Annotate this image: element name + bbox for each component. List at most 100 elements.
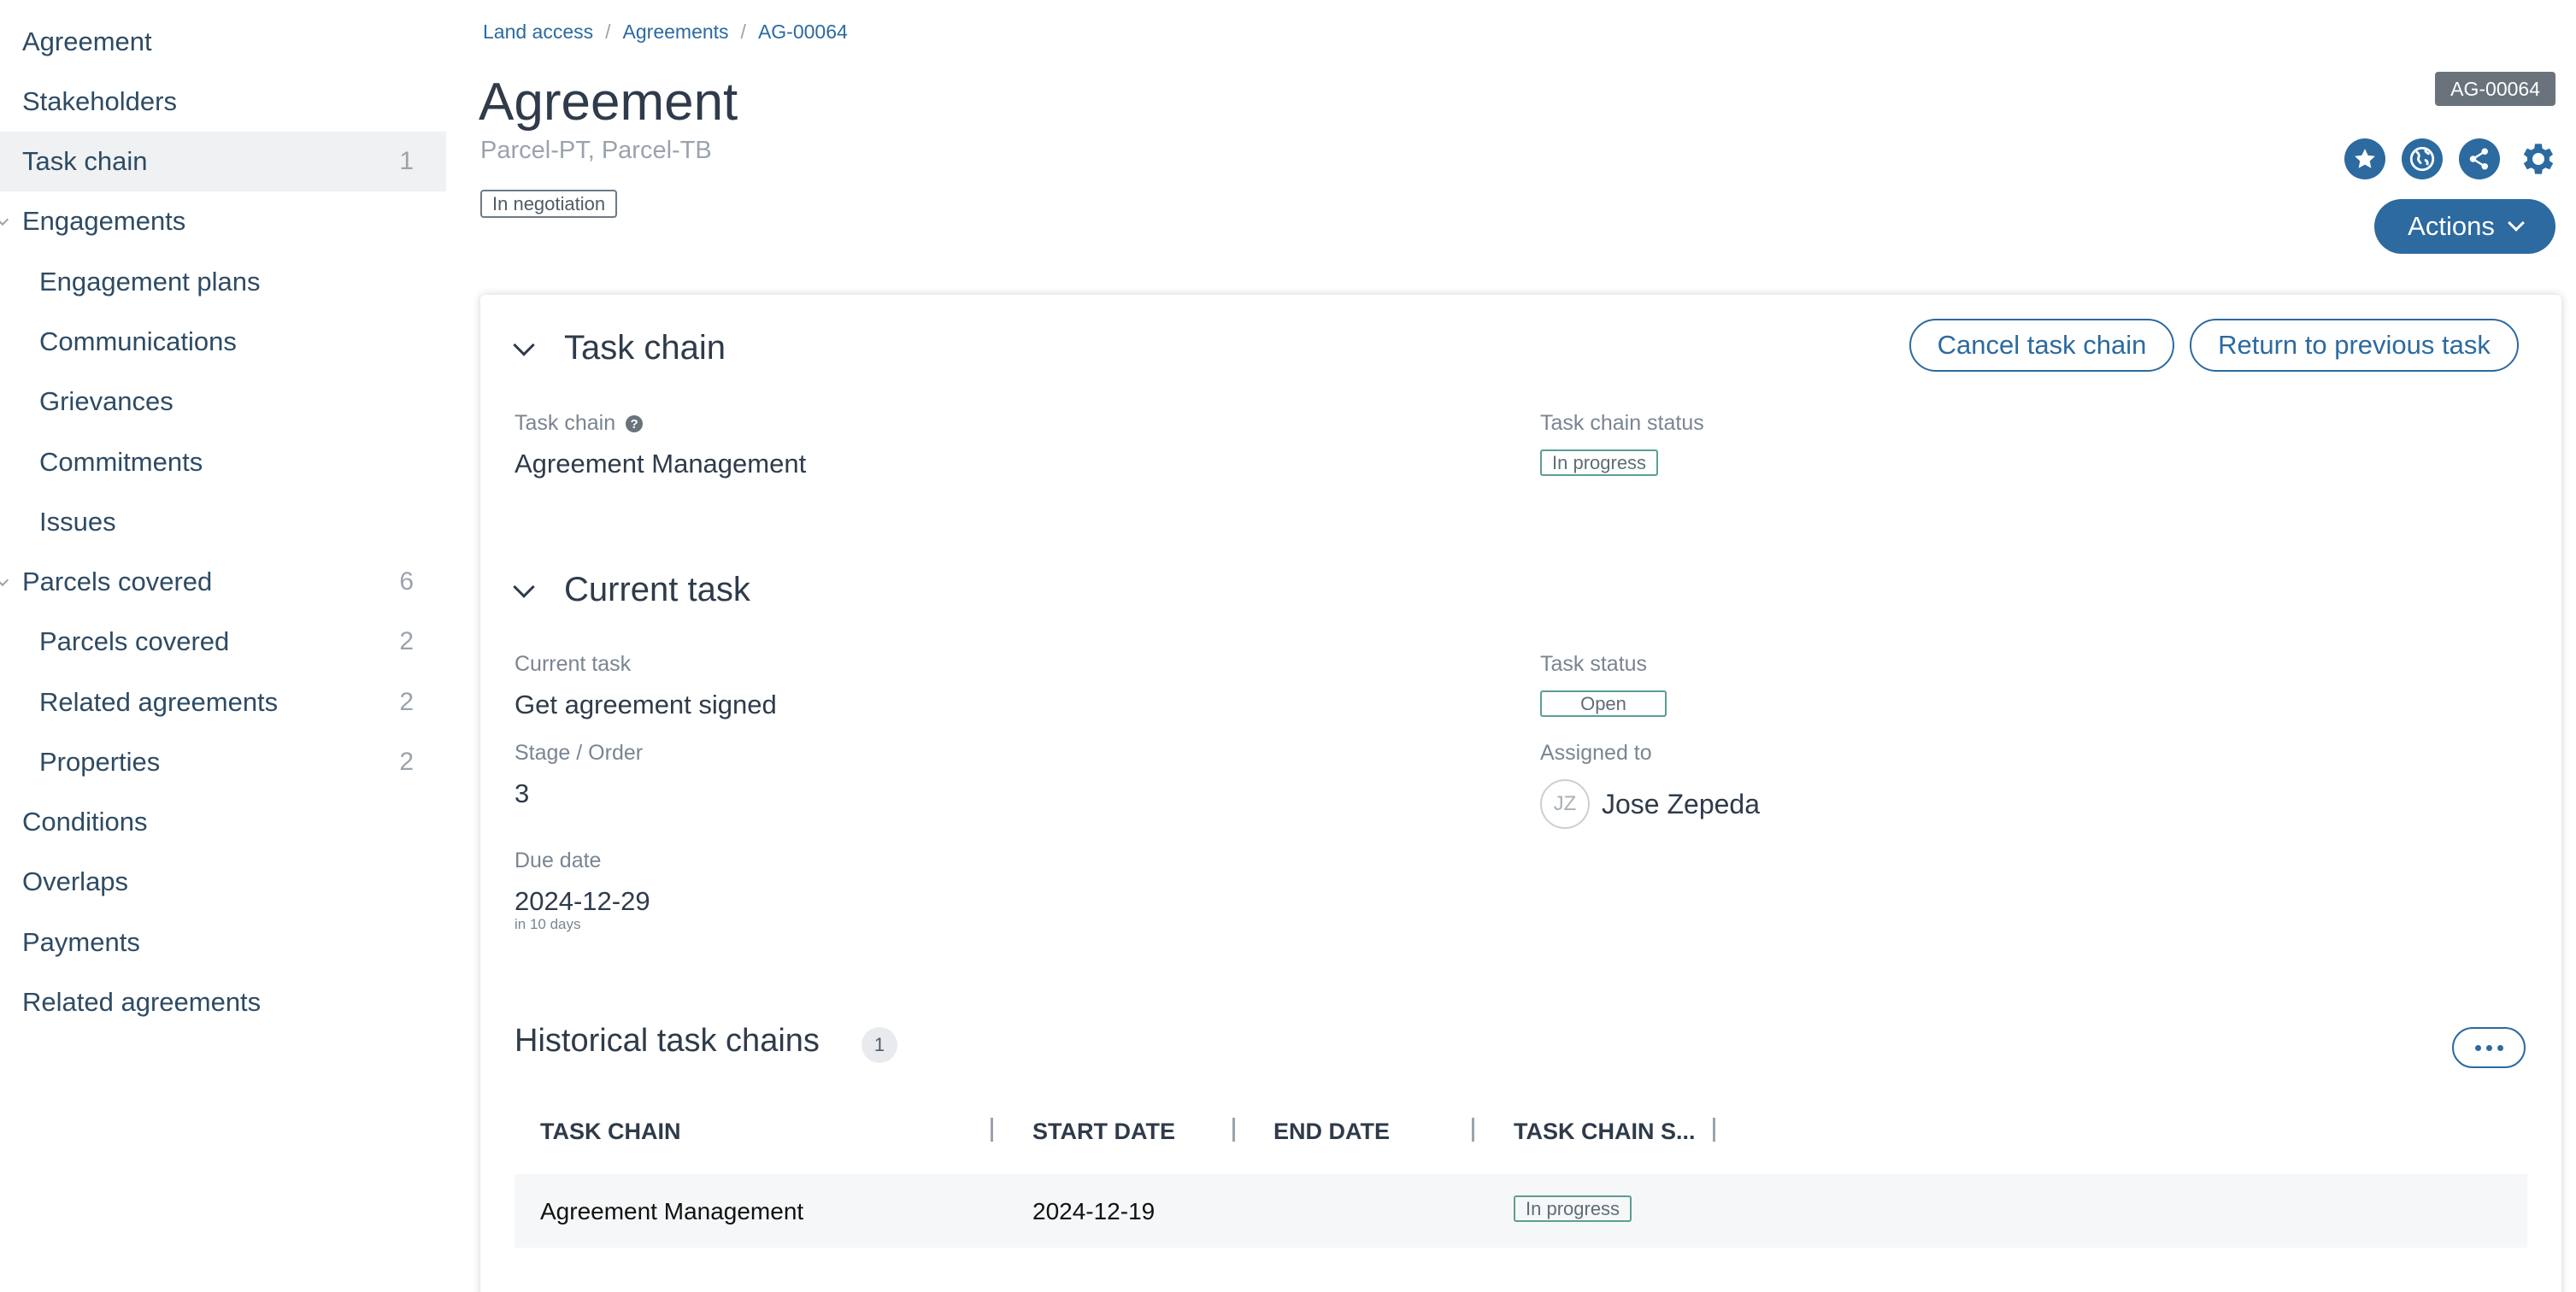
column-header-end-date[interactable]: END DATE <box>1273 1119 1390 1145</box>
sidebar-item-label: Parcels covered <box>39 626 230 656</box>
favorite-star-icon[interactable] <box>2344 138 2385 179</box>
sidebar-item-issues[interactable]: Issues <box>0 492 446 552</box>
breadcrumb-link-current[interactable]: AG-00064 <box>758 21 848 44</box>
sidebar-item-properties[interactable]: Properties 2 <box>0 732 446 792</box>
chevron-down-icon <box>2507 214 2525 232</box>
sidebar-item-related-agreements[interactable]: Related agreements <box>0 972 446 1032</box>
column-header-start-date[interactable]: START DATE <box>1032 1119 1175 1145</box>
task-chain-status-badge: In progress <box>1540 449 1659 476</box>
field-value-due-date: 2024-12-29 <box>515 886 650 916</box>
section-title-historical: Historical task chains <box>515 1023 820 1059</box>
field-value-task-chain: Agreement Management <box>515 449 807 479</box>
sidebar-item-label: Engagements <box>22 206 186 236</box>
ellipsis-dot-icon <box>2497 1044 2503 1051</box>
cell-start-date: 2024-12-19 <box>1032 1198 1156 1224</box>
actions-label: Actions <box>2408 211 2495 241</box>
field-label-task-status: Task status <box>1540 652 1648 676</box>
sidebar-item-engagements[interactable]: Engagements <box>0 191 446 251</box>
gear-icon[interactable] <box>2516 138 2557 179</box>
task-status-badge: Open <box>1540 690 1667 717</box>
sidebar-item-related-agreements-sub[interactable]: Related agreements 2 <box>0 672 446 732</box>
column-resize-handle[interactable] <box>1472 1118 1474 1142</box>
field-label-current-task: Current task <box>515 652 632 676</box>
collapse-chevron-icon[interactable] <box>513 576 535 598</box>
more-options-button[interactable] <box>2452 1027 2526 1068</box>
sidebar-item-payments[interactable]: Payments <box>0 913 446 972</box>
sidebar-item-label: Commitments <box>39 447 203 477</box>
ellipsis-dot-icon <box>2474 1044 2481 1051</box>
sidebar-item-label: Communications <box>39 326 237 356</box>
historical-count-badge: 1 <box>862 1027 897 1063</box>
cell-task-chain: Agreement Management <box>540 1198 804 1224</box>
sidebar-item-stakeholders[interactable]: Stakeholders <box>0 72 446 132</box>
breadcrumb-link-agreements[interactable]: Agreements <box>623 21 729 44</box>
sidebar-item-count: 2 <box>399 627 414 655</box>
expand-caret-icon[interactable] <box>0 213 9 226</box>
cell-status-badge: In progress <box>1514 1195 1632 1222</box>
avatar: JZ <box>1540 779 1590 829</box>
record-id-badge: AG-00064 <box>2435 72 2555 106</box>
breadcrumb-separator: / <box>605 21 611 43</box>
sidebar-item-conditions[interactable]: Conditions <box>0 792 446 852</box>
column-header-task-chain[interactable]: TASK CHAIN <box>540 1119 681 1145</box>
sidebar-item-label: Task chain <box>22 146 148 176</box>
sidebar-item-communications[interactable]: Communications <box>0 312 446 372</box>
sidebar-item-label: Overlaps <box>22 866 129 896</box>
sidebar-item-label: Conditions <box>22 807 148 837</box>
return-to-previous-task-button[interactable]: Return to previous task <box>2190 319 2519 372</box>
field-label-stage-order: Stage / Order <box>515 741 644 765</box>
sidebar-item-agreement[interactable]: Agreement <box>0 12 446 72</box>
column-resize-handle[interactable] <box>1713 1118 1715 1142</box>
sidebar-item-task-chain[interactable]: Task chain 1 <box>0 132 446 191</box>
sidebar-item-label: Engagement plans <box>39 267 261 297</box>
sidebar-item-parcels-covered[interactable]: Parcels covered 2 <box>0 612 446 672</box>
expand-caret-icon[interactable] <box>0 573 9 587</box>
sidebar: Agreement Stakeholders Task chain 1 Enga… <box>0 0 446 1292</box>
sidebar-item-count: 6 <box>399 567 414 596</box>
sidebar-item-grievances[interactable]: Grievances <box>0 372 446 432</box>
sidebar-item-label: Agreement <box>22 26 152 56</box>
due-date-relative-note: in 10 days <box>515 916 581 932</box>
field-label-due-date: Due date <box>515 849 602 872</box>
sidebar-item-label: Related agreements <box>39 687 279 717</box>
ellipsis-dot-icon <box>2485 1044 2492 1051</box>
column-resize-handle[interactable] <box>991 1118 993 1142</box>
page-title: Agreement <box>479 73 738 132</box>
sidebar-item-commitments[interactable]: Commitments <box>0 432 446 492</box>
sidebar-item-count: 2 <box>399 688 414 716</box>
task-chain-card: Task chain Cancel task chain Return to p… <box>480 295 2561 1292</box>
collapse-chevron-icon[interactable] <box>513 334 535 356</box>
globe-map-icon[interactable] <box>2402 138 2443 179</box>
sidebar-item-engagement-plans[interactable]: Engagement plans <box>0 252 446 312</box>
field-value-current-task: Get agreement signed <box>515 690 777 719</box>
share-icon[interactable] <box>2459 138 2500 179</box>
sidebar-item-label: Related agreements <box>22 987 262 1017</box>
column-header-task-chain-status[interactable]: TASK CHAIN S... <box>1514 1119 1696 1145</box>
sidebar-item-label: Grievances <box>39 386 173 416</box>
breadcrumb-separator: / <box>740 21 746 43</box>
column-resize-handle[interactable] <box>1232 1118 1235 1142</box>
sidebar-item-count: 2 <box>399 748 414 776</box>
section-title-current-task: Current task <box>564 571 750 608</box>
actions-dropdown-button[interactable]: Actions <box>2374 199 2555 254</box>
task-chain-label-text: Task chain <box>515 411 616 435</box>
field-label-assigned-to: Assigned to <box>1540 741 1652 765</box>
breadcrumb: Land access / Agreements / AG-00064 <box>483 21 848 44</box>
sidebar-item-label: Payments <box>22 927 140 957</box>
field-value-stage-order: 3 <box>515 778 530 808</box>
section-title-task-chain: Task chain <box>564 329 726 367</box>
cancel-task-chain-button[interactable]: Cancel task chain <box>1909 319 2174 372</box>
field-label-task-chain: Task chain? <box>515 411 644 436</box>
assignee-name[interactable]: Jose Zepeda <box>1602 789 1760 820</box>
sidebar-item-label: Stakeholders <box>22 86 177 116</box>
sidebar-item-label: Properties <box>39 747 161 777</box>
breadcrumb-link-land-access[interactable]: Land access <box>483 21 593 44</box>
sidebar-item-label: Parcels covered <box>22 567 213 596</box>
sidebar-item-overlaps[interactable]: Overlaps <box>0 852 446 912</box>
sidebar-item-count: 1 <box>399 147 414 175</box>
sidebar-item-parcels-covered-group[interactable]: Parcels covered 6 <box>0 552 446 612</box>
page-subtitle: Parcel-PT, Parcel-TB <box>480 137 712 164</box>
status-badge: In negotiation <box>480 190 618 218</box>
help-icon[interactable]: ? <box>626 415 644 433</box>
sidebar-item-label: Issues <box>39 507 116 537</box>
